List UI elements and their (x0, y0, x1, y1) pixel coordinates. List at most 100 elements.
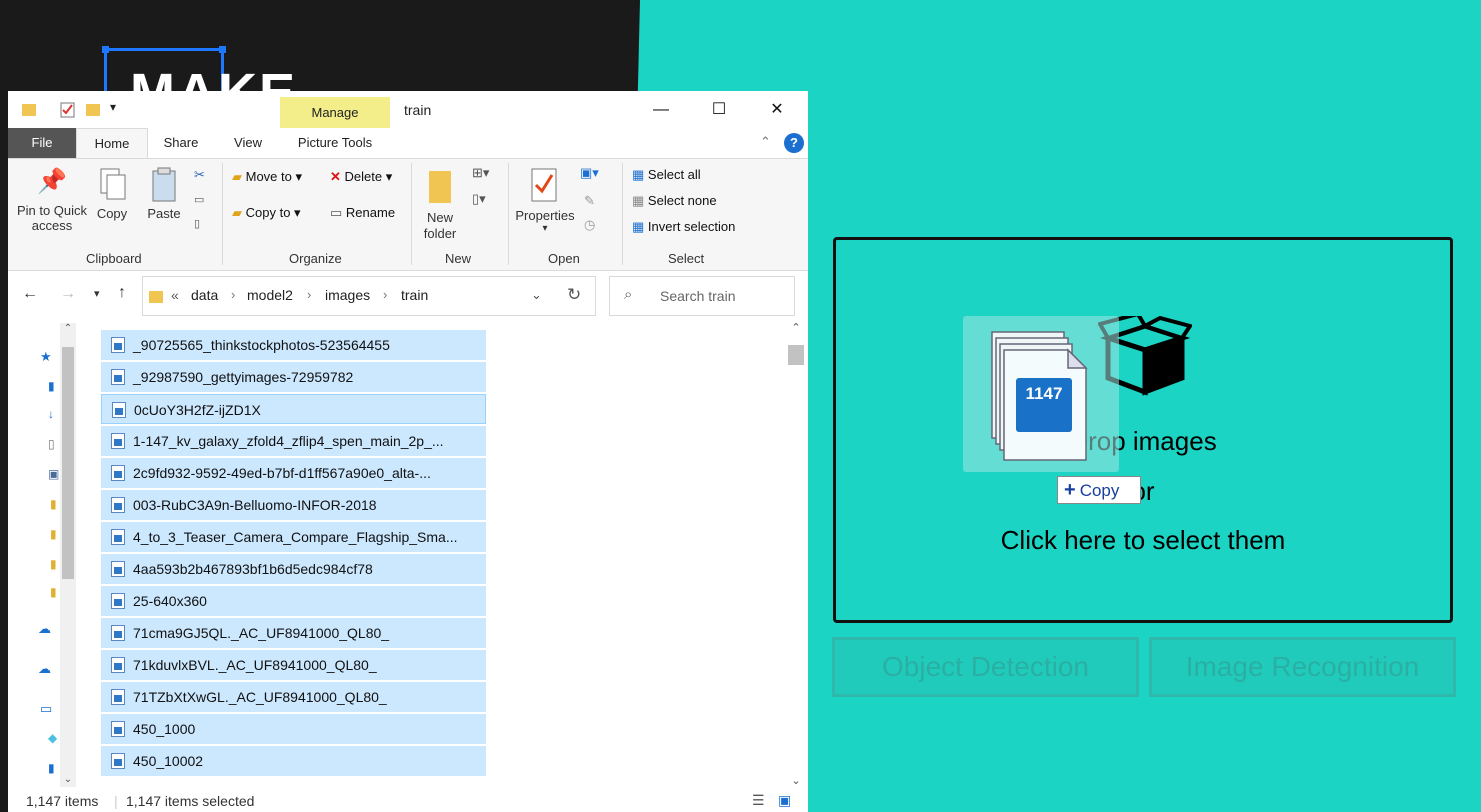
file-row[interactable]: 4aa593b2b467893bf1b6d5edc984cf78 (101, 554, 486, 584)
image-file-icon (111, 593, 125, 609)
file-row[interactable]: 71TZbXtXwGL._AC_UF8941000_QL80_ (101, 682, 486, 712)
help-icon[interactable]: ? (784, 133, 804, 153)
properties-quick-icon[interactable] (60, 102, 76, 118)
image-drop-zone[interactable]: Drop images or Click here to select them (833, 237, 1453, 623)
tab-share[interactable]: Share (156, 128, 206, 158)
desktop-icon[interactable]: ▮ (48, 761, 55, 775)
breadcrumb-item[interactable]: train (401, 287, 428, 303)
folder-icon[interactable]: ▮ (50, 585, 57, 599)
move-to-label: Move to (245, 169, 292, 184)
file-name: 450_10002 (133, 753, 204, 769)
easy-access-icon[interactable]: ▯▾ (472, 191, 486, 207)
tab-file[interactable]: File (8, 128, 76, 158)
scroll-thumb[interactable] (788, 345, 804, 365)
title-bar: ▾ Manage train — ☐ ✕ (8, 91, 808, 129)
downloads-icon[interactable]: ↓ (48, 407, 54, 421)
navigation-pane: ⌃ ⌄ ★ ▮ ↓ ▯ ▣ ▮ ▮ ▮ ▮ ☁ ☁ ▭ ◆ ▮ (8, 321, 78, 787)
pictures-icon[interactable]: ▣ (48, 467, 59, 481)
file-name: 4_to_3_Teaser_Camera_Compare_Flagship_Sm… (133, 529, 458, 545)
search-icon: ⌕ (624, 286, 633, 303)
breadcrumb-item[interactable]: data (191, 287, 218, 303)
paste-shortcut-icon[interactable]: ▯ (194, 217, 200, 230)
image-file-icon (111, 497, 125, 513)
onedrive-icon[interactable]: ☁ (38, 621, 51, 637)
image-file-icon (111, 561, 125, 577)
refresh-icon[interactable]: ↻ (567, 285, 581, 305)
file-row[interactable]: 2c9fd932-9592-49ed-b7bf-d1ff567a90e0_alt… (101, 458, 486, 488)
documents-icon[interactable]: ▯ (48, 437, 55, 451)
cut-icon[interactable]: ✂ (194, 167, 205, 183)
details-view-icon[interactable]: ☰ (752, 792, 765, 809)
back-arrow-icon[interactable]: ← (22, 285, 38, 303)
properties-button[interactable]: Properties ▾ (512, 167, 578, 234)
vertical-scrollbar[interactable]: ⌃ ⌄ (786, 321, 806, 787)
collapse-ribbon-icon[interactable]: ⌃ (760, 134, 771, 150)
desktop-icon[interactable]: ▮ (48, 379, 55, 393)
scroll-up-icon[interactable]: ⌃ (786, 321, 806, 334)
file-name: 71cma9GJ5QL._AC_UF8941000_QL80_ (133, 625, 390, 641)
tab-home[interactable]: Home (76, 128, 148, 158)
folder-icon[interactable]: ▮ (50, 497, 57, 511)
tab-view[interactable]: View (223, 128, 273, 158)
address-dropdown-icon[interactable]: ⌄ (531, 287, 542, 303)
address-bar-row: ← → ▾ ↑ « data › model2 › images › train… (8, 271, 808, 321)
file-row[interactable]: 003-RubC3A9n-Belluomo-INFOR-2018 (101, 490, 486, 520)
large-icons-view-icon[interactable]: ▣ (778, 792, 791, 809)
image-recognition-button[interactable]: Image Recognition (1149, 637, 1456, 697)
this-pc-icon[interactable]: ▭ (40, 701, 52, 717)
new-folder-quick-icon[interactable] (86, 102, 100, 116)
breadcrumb-item[interactable]: images (325, 287, 370, 303)
folder-icon[interactable]: ▮ (50, 527, 57, 541)
tab-picture-tools[interactable]: Picture Tools (280, 128, 390, 158)
file-row[interactable]: 450_10002 (101, 746, 486, 776)
copy-to-button[interactable]: ▰ Copy to ▾ (232, 205, 301, 221)
select-all-button[interactable]: ▦ Select all (632, 167, 701, 183)
copy-path-icon[interactable]: ▭ (194, 193, 204, 206)
file-explorer-window: ▾ Manage train — ☐ ✕ File Home Share Vie… (8, 91, 808, 812)
up-arrow-icon[interactable]: ↑ (118, 284, 126, 302)
file-row[interactable]: 25-640x360 (101, 586, 486, 616)
properties-icon (531, 168, 557, 202)
pin-icon: 📌 (37, 168, 67, 195)
move-to-button[interactable]: ▰ Move to ▾ (232, 169, 302, 185)
rename-icon: ▭ (330, 205, 343, 220)
copy-button[interactable]: Copy (92, 167, 132, 221)
recent-locations-icon[interactable]: ▾ (94, 287, 100, 300)
file-row[interactable]: 71kduvlxBVL._AC_UF8941000_QL80_ (101, 650, 486, 680)
breadcrumb-item[interactable]: model2 (247, 287, 293, 303)
new-item-icon[interactable]: ⊞▾ (472, 165, 489, 181)
address-bar[interactable]: « data › model2 › images › train ⌄ ↻ (142, 276, 596, 316)
maximize-icon[interactable]: ☐ (690, 91, 748, 128)
object-detection-button[interactable]: Object Detection (832, 637, 1139, 697)
file-row[interactable]: 450_1000 (101, 714, 486, 744)
scroll-down-icon[interactable]: ⌄ (786, 774, 806, 787)
select-none-button[interactable]: ▦ Select none (632, 193, 717, 209)
breadcrumb-overflow[interactable]: « (171, 287, 179, 303)
tab-manage[interactable]: Manage (280, 97, 390, 129)
file-row[interactable]: 1-147_kv_galaxy_zfold4_zflip4_spen_main_… (101, 426, 486, 456)
new-folder-button[interactable]: New folder (418, 167, 462, 242)
file-row[interactable]: 4_to_3_Teaser_Camera_Compare_Flagship_Sm… (101, 522, 486, 552)
pin-quick-access-button[interactable]: 📌 Pin to Quick access (14, 167, 90, 233)
file-list: _90725565_thinkstockphotos-523564455 _929… (101, 330, 486, 778)
file-row[interactable]: 71cma9GJ5QL._AC_UF8941000_QL80_ (101, 618, 486, 648)
invert-selection-button[interactable]: ▦ Invert selection (632, 219, 735, 235)
paste-button[interactable]: Paste (142, 167, 186, 221)
folder-icon[interactable]: ▮ (50, 557, 57, 571)
delete-button[interactable]: ✕ Delete ▾ (330, 169, 392, 185)
file-name: 71TZbXtXwGL._AC_UF8941000_QL80_ (133, 689, 387, 705)
file-row[interactable]: _92987590_gettyimages-72959782 (101, 362, 486, 392)
file-row[interactable]: 0cUoY3H2fZ-ijZD1X (101, 394, 486, 424)
rename-button[interactable]: ▭ Rename (330, 205, 395, 221)
minimize-icon[interactable]: — (632, 91, 690, 128)
select-all-icon: ▦ (632, 167, 645, 182)
3d-objects-icon[interactable]: ◆ (48, 731, 57, 745)
quick-access-star-icon[interactable]: ★ (40, 349, 52, 365)
file-row[interactable]: _90725565_thinkstockphotos-523564455 (101, 330, 486, 360)
onedrive-icon[interactable]: ☁ (38, 661, 51, 677)
open-icon[interactable]: ▣▾ (580, 165, 599, 181)
quick-access-dropdown-icon[interactable]: ▾ (110, 100, 116, 114)
close-icon[interactable]: ✕ (748, 91, 806, 128)
search-input[interactable]: ⌕ Search train (609, 276, 795, 316)
nav-scrollbar[interactable]: ⌃ ⌄ (60, 323, 76, 787)
